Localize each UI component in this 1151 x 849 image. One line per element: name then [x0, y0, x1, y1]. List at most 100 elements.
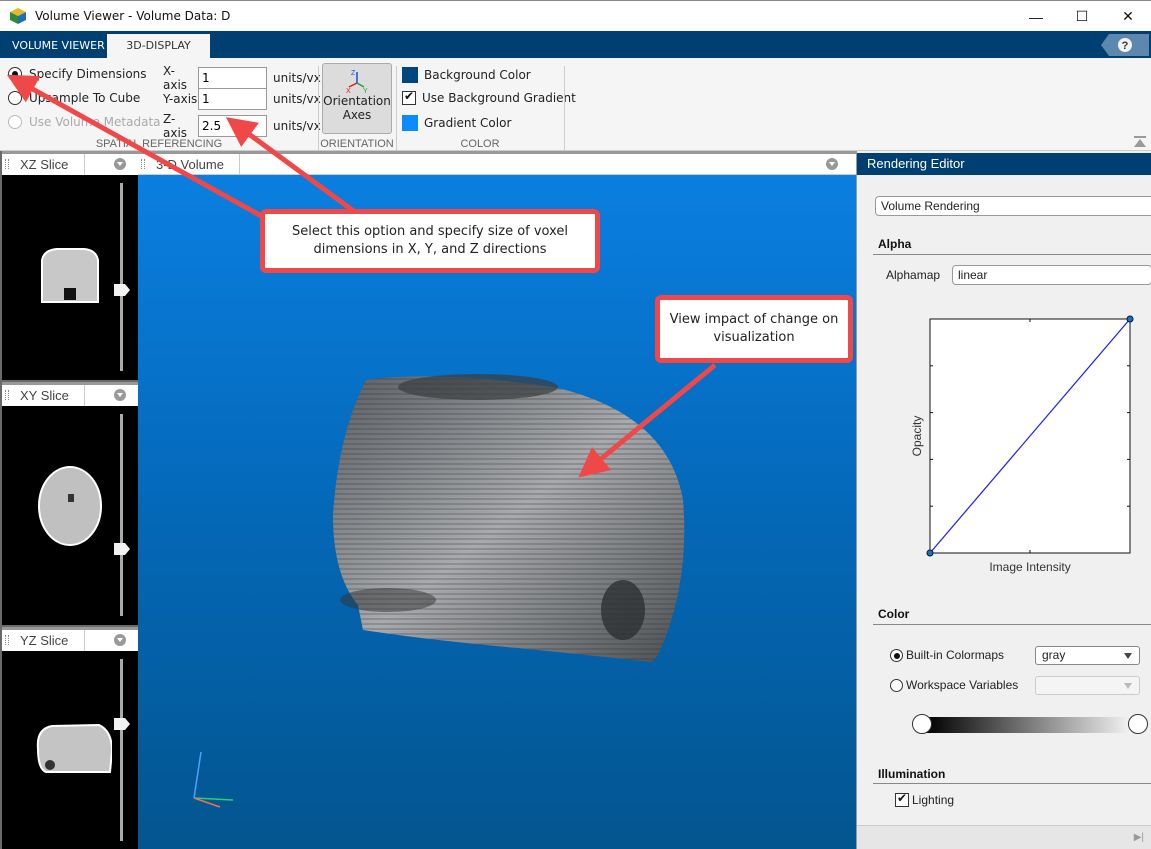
callout-specify-dimensions: Select this option and specify size of v…: [260, 209, 600, 273]
z-axis-label: Z-axis: [163, 112, 188, 140]
volume-3d-menu-icon[interactable]: [826, 158, 838, 170]
lighting-option[interactable]: Lighting: [895, 791, 955, 807]
specify-dimensions-label: Specify Dimensions: [29, 67, 147, 81]
svg-text:?: ?: [1122, 40, 1129, 52]
drag-grip-icon[interactable]: [5, 635, 9, 645]
xy-slice-slider-thumb[interactable]: [114, 543, 130, 555]
gradient-color-label: Gradient Color: [424, 116, 512, 130]
collapse-toolstrip-icon[interactable]: [1134, 136, 1146, 148]
y-axis-input[interactable]: [198, 88, 267, 110]
lighting-label: Lighting: [912, 793, 955, 807]
color-divider: [873, 624, 1151, 625]
background-color-label: Background Color: [424, 68, 531, 82]
alphamap-plot[interactable]: Image Intensity Opacity: [901, 306, 1151, 586]
use-background-gradient-checkbox[interactable]: [402, 89, 416, 105]
background-color-swatch[interactable]: [402, 67, 418, 83]
xz-slice-title: XZ Slice: [12, 154, 85, 175]
upsample-to-cube-label: Upsample To Cube: [29, 91, 141, 105]
x-axis-input[interactable]: [198, 67, 267, 89]
rendering-type-dropdown[interactable]: Volume Rendering: [875, 196, 1151, 216]
workspace-variable-dropdown: [1035, 676, 1140, 695]
help-button[interactable]: ?: [1101, 34, 1149, 56]
specify-dimensions-option[interactable]: Specify Dimensions: [8, 67, 147, 81]
window-title: Volume Viewer - Volume Data: D: [35, 9, 231, 23]
gradient-color-button[interactable]: Gradient Color: [402, 115, 511, 131]
z-axis-unit: units/vx: [273, 119, 321, 133]
tab-volume-viewer[interactable]: VOLUME VIEWER: [12, 34, 105, 58]
title-bar: Volume Viewer - Volume Data: D — ☐ ✕: [0, 0, 1151, 31]
use-volume-metadata-label: Use Volume Metadata: [29, 115, 161, 129]
yz-slice-menu-icon[interactable]: [114, 634, 126, 646]
chevron-down-icon: [1124, 683, 1132, 689]
svg-text:Z: Z: [351, 70, 356, 77]
builtin-colormaps-option[interactable]: Built-in Colormaps: [890, 648, 1004, 662]
yz-slice-slider-track[interactable]: [120, 659, 123, 841]
y-axis-label: Y-axis: [163, 92, 198, 106]
builtin-colormaps-label: Built-in Colormaps: [906, 648, 1005, 662]
colormap-max-handle[interactable]: [1128, 714, 1148, 734]
colormap-gradient-bar[interactable]: [926, 717, 1141, 733]
alpha-divider: [873, 254, 1151, 255]
axial-slice-image: [38, 466, 102, 546]
use-volume-metadata-radio: [8, 115, 22, 129]
alphamap-dropdown[interactable]: linear: [952, 265, 1151, 285]
use-volume-metadata-option: Use Volume Metadata: [8, 115, 161, 129]
orientation-axes-icon: Z X Y: [346, 70, 368, 94]
xz-slice-slider-track[interactable]: [120, 183, 123, 371]
illumination-heading: Illumination: [878, 767, 946, 781]
orientation-axes-label-line1: Orientation: [323, 94, 391, 108]
yz-slice-title: YZ Slice: [12, 630, 85, 651]
yz-slice-image: [2, 651, 138, 849]
lighting-checkbox[interactable]: [895, 791, 909, 807]
yz-slice-view: YZ Slice: [2, 627, 138, 849]
colormap-min-handle[interactable]: [912, 714, 932, 734]
drag-grip-icon[interactable]: [5, 390, 9, 400]
orientation-axes-label-line2: Axes: [342, 108, 372, 122]
volume-render-canvas[interactable]: [138, 175, 856, 849]
alphamap-control-point[interactable]: [1126, 315, 1134, 323]
xz-slice-image: [2, 175, 138, 380]
gradient-color-swatch[interactable]: [402, 115, 418, 131]
yz-slice-header: YZ Slice: [2, 627, 138, 651]
workspace-variables-label: Workspace Variables: [906, 678, 1019, 692]
xy-slice-title: XY Slice: [12, 385, 85, 406]
panel-footer: ▶|: [857, 825, 1151, 849]
specify-dimensions-radio[interactable]: [8, 67, 22, 81]
workspace-variables-radio[interactable]: [890, 678, 903, 692]
drag-grip-icon[interactable]: [141, 159, 145, 169]
ribbon-tab-bar: VOLUME VIEWER 3D-DISPLAY: [0, 31, 1151, 58]
use-background-gradient-option[interactable]: Use Background Gradient: [402, 89, 576, 105]
z-axis-input[interactable]: [198, 115, 267, 137]
close-button[interactable]: ✕: [1105, 1, 1151, 32]
colormap-dropdown[interactable]: gray: [1035, 646, 1140, 665]
builtin-colormaps-radio[interactable]: [890, 648, 903, 662]
alphamap-control-point[interactable]: [926, 549, 934, 557]
upsample-to-cube-option[interactable]: Upsample To Cube: [8, 91, 140, 105]
app-logo-icon: [10, 8, 26, 24]
plot-xlabel: Image Intensity: [989, 560, 1070, 574]
maximize-button[interactable]: ☐: [1059, 1, 1105, 32]
background-color-button[interactable]: Background Color: [402, 67, 531, 83]
upsample-to-cube-radio[interactable]: [8, 91, 22, 105]
xy-slice-menu-icon[interactable]: [114, 389, 126, 401]
drag-grip-icon[interactable]: [5, 159, 9, 169]
xz-slice-slider-thumb[interactable]: [114, 284, 130, 296]
coronal-slice-image: [41, 248, 99, 303]
yz-slice-slider-thumb[interactable]: [114, 718, 130, 730]
xz-slice-view: XZ Slice: [2, 151, 138, 380]
xz-slice-menu-icon[interactable]: [114, 158, 126, 170]
orientation-section-label: ORIENTATION: [320, 138, 394, 150]
minimize-button[interactable]: —: [1013, 1, 1059, 32]
colormap-value: gray: [1042, 648, 1066, 662]
xy-slice-header: XY Slice: [2, 382, 138, 406]
orientation-axes-button[interactable]: Z X Y Orientation Axes: [322, 63, 392, 134]
tab-3d-display[interactable]: 3D-DISPLAY: [107, 34, 210, 58]
toolstrip: Specify Dimensions Upsample To Cube Use …: [0, 58, 1151, 151]
xz-slice-header: XZ Slice: [2, 151, 138, 175]
y-axis-unit: units/vx: [273, 92, 321, 106]
collapse-panel-icon[interactable]: ▶|: [1134, 832, 1144, 843]
xy-slice-slider-track[interactable]: [120, 414, 123, 616]
sagittal-slice-image: [36, 723, 112, 773]
z-axis-row: Z-axis units/vx: [163, 112, 321, 140]
workspace-variables-option[interactable]: Workspace Variables: [890, 678, 1018, 692]
